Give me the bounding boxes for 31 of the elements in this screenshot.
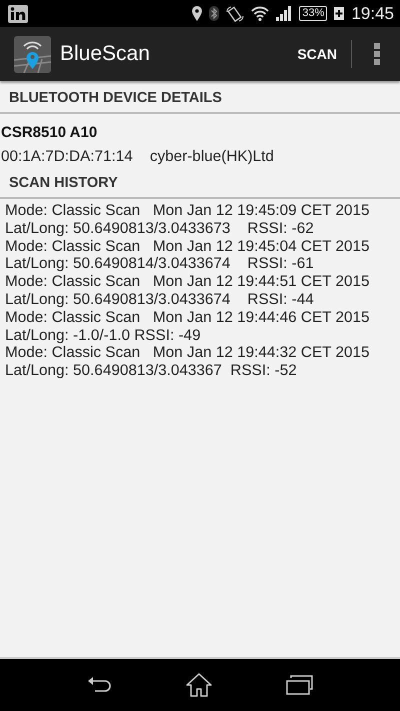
scan-mode-line: Mode: Classic Scan Mon Jan 12 19:44:32 CET 2015 [4, 344, 370, 362]
home-icon [186, 673, 212, 697]
back-icon [86, 676, 113, 694]
device-address: 00:1A:7D:DA:71:14 [1, 147, 133, 167]
scan-button[interactable]: SCAN [283, 38, 351, 70]
more-vertical-icon [374, 43, 380, 65]
scan-mode-line: Mode: Classic Scan Mon Jan 12 19:45:09 CET 2015 [4, 202, 370, 220]
clock-time: 19:45 [351, 2, 394, 25]
scan-mode-line: Mode: Classic Scan Mon Jan 12 19:45:04 CET 2015 [4, 238, 370, 256]
location-icon [192, 6, 202, 21]
section-header: SCAN HISTORY [0, 171, 400, 199]
bluetooth-icon [209, 6, 220, 21]
recent-apps-icon [286, 675, 314, 695]
location-rssi-line: Lat/Long: 50.6490813/3.0433674 RSSI: -44 [4, 290, 314, 309]
location-rssi-line: Lat/Long: 50.6490813/3.043367 RSSI: -52 [4, 362, 297, 380]
app-title: BlueScan [60, 41, 151, 68]
device-vendor: cyber-blue(HK)Ltd [150, 147, 274, 167]
charging-icon [334, 7, 344, 20]
device-name: CSR8510 A10 [0, 123, 98, 143]
location-rssi-line: Lat/Long: 50.6490813/3.0433673 RSSI: -62 [4, 220, 314, 238]
wifi-icon [251, 6, 270, 21]
linkedin-icon [8, 4, 28, 22]
signal-icon [276, 6, 292, 21]
battery-level: 33% [299, 6, 328, 21]
rotation-icon [226, 6, 244, 22]
scan-mode-line: Mode: Classic Scan Mon Jan 12 19:44:46 CET 2015 [4, 308, 370, 327]
location-rssi-line: Lat/Long: 50.6490814/3.0433674 RSSI: -61 [4, 255, 314, 274]
section-header: BLUETOOTH DEVICE DETAILS [0, 86, 400, 114]
scan-mode-line: Mode: Classic Scan Mon Jan 12 19:44:51 CET 2015 [4, 273, 370, 291]
app-logo-icon [14, 36, 51, 72]
location-rssi-line: Lat/Long: -1.0/-1.0 RSSI: -49 [4, 326, 201, 344]
